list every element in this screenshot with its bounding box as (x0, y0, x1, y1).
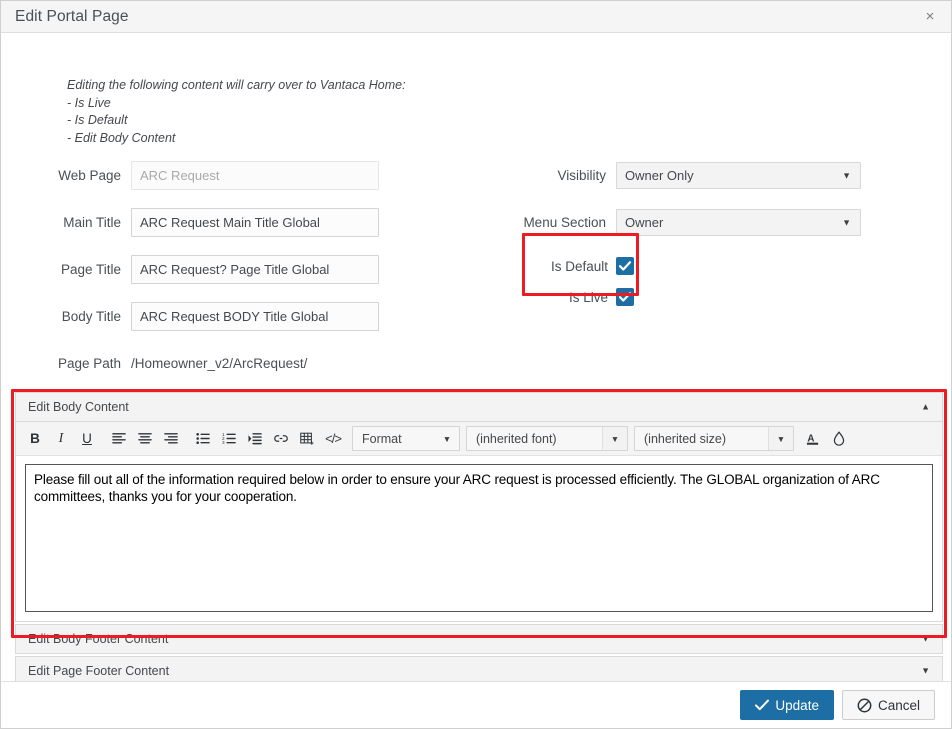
is-default-checkbox[interactable] (616, 257, 634, 275)
chevron-down-icon: ▼ (602, 427, 627, 450)
is-default-label: Is Default (550, 258, 608, 274)
accordion-label-body-footer-content: Edit Body Footer Content (28, 632, 169, 646)
svg-text:3: 3 (222, 440, 225, 445)
menu-section-select[interactable]: Owner ▼ (616, 209, 861, 236)
close-icon[interactable]: × (909, 1, 951, 32)
cancel-button[interactable]: Cancel (841, 690, 935, 720)
field-row-page-path: Page Path /Homeowner_v2/ArcRequest/ (1, 347, 401, 380)
chevron-down-icon: ▼ (842, 170, 851, 180)
web-page-input[interactable] (131, 161, 379, 190)
source-code-button[interactable]: </> (320, 426, 346, 452)
page-title-label: Page Title (60, 262, 121, 277)
indent-icon[interactable] (242, 426, 268, 452)
accordion-header-page-footer-content[interactable]: Edit Page Footer Content ▼ (15, 656, 943, 681)
accordion-label-body-content: Edit Body Content (28, 400, 129, 414)
body-title-label: Body Title (61, 309, 121, 324)
font-size-select-value: (inherited size) (644, 431, 726, 446)
notes-line-is-live: - Is Live (67, 95, 111, 110)
ban-icon (857, 698, 872, 712)
chevron-down-icon: ▼ (921, 665, 930, 676)
check-icon (618, 261, 632, 271)
chevron-down-icon: ▼ (768, 427, 793, 450)
notes-line-edit-body-content: - Edit Body Content (67, 130, 176, 145)
italic-button[interactable]: I (48, 426, 74, 452)
dialog-titlebar: Edit Portal Page × (1, 1, 951, 33)
update-button-label: Update (775, 697, 819, 713)
accordion-header-body-footer-content[interactable]: Edit Body Footer Content ▼ (15, 624, 943, 654)
visibility-label: Visibility (557, 168, 606, 183)
check-icon (755, 699, 770, 711)
field-row-menu-section: Menu Section Owner ▼ (461, 206, 881, 239)
is-live-label: Is Live (568, 289, 608, 305)
main-title-label: Main Title (63, 215, 121, 230)
field-row-body-title: Body Title (1, 300, 401, 333)
align-center-icon[interactable] (132, 426, 158, 452)
field-row-web-page: Web Page (1, 159, 401, 192)
menu-section-selected-value: Owner (625, 215, 664, 230)
align-left-icon[interactable] (106, 426, 132, 452)
numbered-list-icon[interactable]: 1 2 3 (216, 426, 242, 452)
chevron-up-icon: ▲ (921, 401, 930, 412)
field-row-main-title: Main Title (1, 206, 401, 239)
font-family-select[interactable]: (inherited font) ▼ (466, 426, 628, 451)
text-color-icon[interactable]: A (800, 426, 826, 452)
page-title-input[interactable] (131, 255, 379, 284)
main-title-input[interactable] (131, 208, 379, 237)
menu-section-label: Menu Section (523, 215, 606, 230)
align-right-icon[interactable] (158, 426, 184, 452)
body-title-input[interactable] (131, 302, 379, 331)
dialog-body: Editing the following content will carry… (1, 33, 951, 681)
carryover-notes: Editing the following content will carry… (67, 77, 406, 147)
notes-heading: Editing the following content will carry… (67, 78, 406, 92)
is-live-checkbox[interactable] (616, 288, 634, 306)
field-row-visibility: Visibility Owner Only ▼ (461, 159, 881, 192)
format-select[interactable]: Format ▼ (352, 426, 460, 451)
form-left-column: Web Page Main Title Page Title Body Titl… (1, 159, 401, 394)
font-family-select-value: (inherited font) (476, 431, 557, 446)
field-row-page-title: Page Title (1, 253, 401, 286)
body-content-text: Please fill out all of the information r… (34, 472, 880, 504)
link-icon[interactable] (268, 426, 294, 452)
dialog-title: Edit Portal Page (15, 7, 129, 25)
dialog-footer: Update Cancel (1, 681, 951, 728)
accordion-panel-body-content: B I U 1 2 3 </> Format ▼ (inherited font… (15, 422, 943, 622)
format-select-value: Format (362, 431, 402, 446)
accordion-label-page-footer-content: Edit Page Footer Content (28, 664, 170, 678)
content-accordions: Edit Body Content ▲ B I U 1 2 3 </> Form… (15, 392, 943, 681)
field-row-is-live: Is Live (461, 284, 881, 310)
form-right-column: Visibility Owner Only ▼ Menu Section Own… (461, 159, 881, 315)
accordion-header-body-content[interactable]: Edit Body Content ▲ (15, 392, 943, 422)
svg-text:A: A (807, 433, 814, 444)
page-path-value: /Homeowner_v2/ArcRequest/ (131, 356, 308, 371)
editor-toolbar: B I U 1 2 3 </> Format ▼ (inherited font… (16, 422, 942, 456)
web-page-label: Web Page (58, 168, 121, 183)
chevron-down-icon: ▼ (442, 433, 452, 444)
visibility-selected-value: Owner Only (625, 168, 694, 183)
cancel-button-label: Cancel (877, 697, 920, 713)
page-path-label: Page Path (57, 356, 121, 371)
table-icon[interactable] (294, 426, 320, 452)
update-button[interactable]: Update (740, 690, 834, 720)
field-row-is-default: Is Default (461, 253, 881, 279)
chevron-down-icon: ▼ (921, 633, 930, 644)
chevron-down-icon: ▼ (842, 217, 851, 227)
bold-button[interactable]: B (22, 426, 48, 452)
body-content-editor[interactable]: Please fill out all of the information r… (25, 464, 933, 612)
bullet-list-icon[interactable] (190, 426, 216, 452)
visibility-select[interactable]: Owner Only ▼ (616, 162, 861, 189)
check-icon (618, 292, 632, 302)
background-color-droplet-icon[interactable] (826, 426, 852, 452)
underline-button[interactable]: U (74, 426, 100, 452)
edit-portal-page-dialog: Edit Portal Page × Editing the following… (0, 0, 952, 729)
notes-line-is-default: - Is Default (67, 113, 128, 127)
font-size-select[interactable]: (inherited size) ▼ (634, 426, 794, 451)
